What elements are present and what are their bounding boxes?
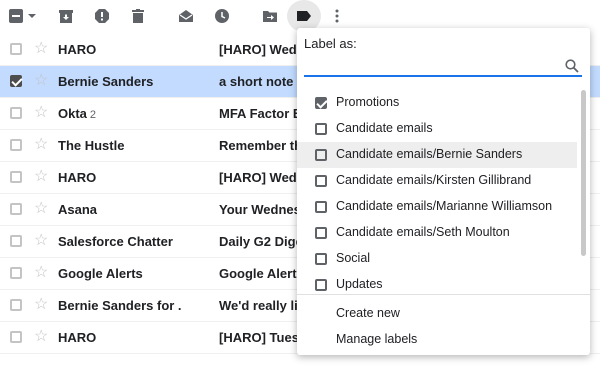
row-checkbox[interactable] [10,75,22,87]
row-checkbox[interactable] [10,331,22,343]
row-checkbox[interactable] [10,107,22,119]
sender-name: Google Alerts [58,266,143,281]
label-search-input[interactable] [304,58,582,77]
star-icon[interactable]: ☆ [34,137,48,153]
manage-labels-item[interactable]: Manage labels [336,332,417,346]
row-checkbox[interactable] [10,267,22,279]
label-option-text: Candidate emails [336,121,433,135]
star-icon[interactable]: ☆ [34,105,48,121]
email-subject: Google Alert - [219,266,305,281]
menu-title: Label as: [304,36,357,51]
more-icon[interactable] [327,6,347,26]
label-checkbox[interactable] [315,97,327,109]
menu-divider [297,294,590,295]
star-icon[interactable]: ☆ [34,73,48,89]
label-option-text: Social [336,251,371,265]
row-checkbox[interactable] [10,139,22,151]
sender-name: Okta 2 [58,106,97,121]
label-option-text: Candidate emails/Kirsten Gillibrand [336,173,532,187]
label-option[interactable]: Candidate emails [297,116,577,142]
label-checkbox[interactable] [315,123,327,135]
label-option[interactable]: Candidate emails/Kirsten Gillibrand [297,168,577,194]
label-checkbox[interactable] [315,149,327,161]
label-as-menu: Label as: Promotions Candidate emails Cand… [297,28,590,355]
label-option-text: Promotions [336,95,400,109]
move-to-icon[interactable] [260,6,280,26]
row-checkbox[interactable] [10,171,22,183]
row-checkbox[interactable] [10,43,22,55]
select-all-checkbox-icon[interactable] [8,6,40,26]
sender-name: Asana [58,202,98,217]
star-icon[interactable]: ☆ [34,233,48,249]
label-icon[interactable] [294,6,314,26]
thread-count: 2 [89,109,97,121]
row-checkbox[interactable] [10,203,22,215]
label-option-text: Candidate emails/Seth Moulton [336,225,510,239]
label-option-text: Candidate emails/Bernie Sanders [336,147,523,161]
label-checkbox[interactable] [315,279,327,291]
label-option-text: Candidate emails/Marianne Williamson [336,199,553,213]
label-option[interactable]: Candidate emails/Marianne Williamson [297,194,577,220]
create-new-label-item[interactable]: Create new [336,306,400,320]
label-option[interactable]: Updates [297,272,577,294]
label-checkbox[interactable] [315,175,327,187]
search-icon [565,59,579,73]
sender-name: HARO [58,42,97,57]
label-checkbox[interactable] [315,227,327,239]
sender-name: Salesforce Chatter [58,234,173,249]
label-options-list[interactable]: Promotions Candidate emails Candidate emai… [297,90,581,294]
label-option[interactable]: Candidate emails/Seth Moulton [297,220,577,246]
archive-icon[interactable] [56,6,76,26]
report-spam-icon[interactable] [92,6,112,26]
sender-name: Bernie Sanders for . [58,298,182,313]
email-subject: Remember the [219,138,310,153]
sender-name: Bernie Sanders [58,74,154,89]
mark-read-icon[interactable] [176,6,196,26]
label-option[interactable]: Candidate emails/Bernie Sanders [297,142,577,168]
star-icon[interactable]: ☆ [34,41,48,57]
sender-name: The Hustle [58,138,125,153]
sender-name: HARO [58,170,97,185]
star-icon[interactable]: ☆ [34,329,48,345]
label-checkbox[interactable] [315,201,327,213]
star-icon[interactable]: ☆ [34,169,48,185]
star-icon[interactable]: ☆ [34,297,48,313]
label-option[interactable]: Social [297,246,577,272]
label-checkbox[interactable] [315,253,327,265]
row-checkbox[interactable] [10,235,22,247]
snooze-icon[interactable] [212,6,232,26]
star-icon[interactable]: ☆ [34,201,48,217]
label-option[interactable]: Promotions [297,90,577,116]
label-option-text: Updates [336,277,383,291]
star-icon[interactable]: ☆ [34,265,48,281]
delete-icon[interactable] [128,6,148,26]
sender-name: HARO [58,330,97,345]
menu-scrollbar[interactable] [581,90,586,256]
row-checkbox[interactable] [10,299,22,311]
